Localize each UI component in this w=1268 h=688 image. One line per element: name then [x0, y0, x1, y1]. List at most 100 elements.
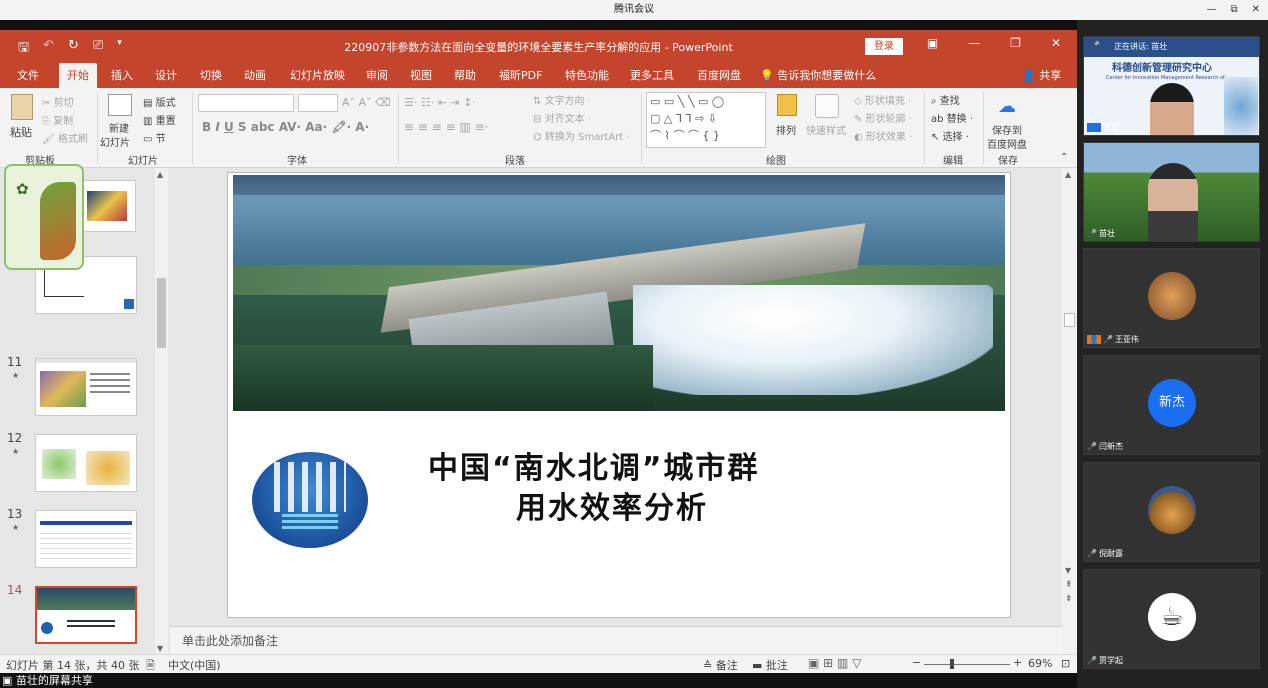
slide-scroll-knob[interactable] [1064, 313, 1075, 327]
avatar [1148, 486, 1196, 534]
share-button[interactable]: 👤 共享 [1022, 67, 1061, 83]
current-slide[interactable]: 中国“南水北调”城市群 用水效率分析 [227, 172, 1011, 618]
comments-toggle[interactable]: ▬ 批注 [752, 657, 788, 673]
speaking-banner: 🎤 正在讲话: 苗壮 [1084, 37, 1259, 57]
quick-styles-icon[interactable] [815, 94, 839, 118]
tab-view[interactable]: 视图 [410, 67, 432, 83]
language-indicator[interactable]: 中文(中国) [168, 657, 221, 673]
font-name-field[interactable] [198, 94, 294, 112]
participant-tile[interactable]: 🎤 苗壮 [1083, 142, 1260, 242]
alignment-icons[interactable]: ≡ ≡ ≡ ≡ ▥ ≡· [404, 120, 489, 134]
participant-tile[interactable]: 🎤 倪耐露 [1083, 462, 1260, 562]
collapse-ribbon-icon[interactable]: ⌃ [1060, 152, 1068, 163]
tab-design[interactable]: 设计 [155, 67, 177, 83]
new-slide-label: 幻灯片 [100, 138, 130, 149]
restore-button[interactable]: ⧉ [1230, 0, 1237, 20]
ppt-minimize-icon[interactable]: — [968, 36, 980, 50]
shapes-gallery[interactable]: ▭ ▭ ╲ ╲ ▭ ◯ ▢ △ ⅂ ⅂ ⇨ ⇩ ⌒ ⌇ ⌒ ⌒ { } [646, 92, 766, 148]
thumbnail-partial-top[interactable] [80, 180, 136, 232]
transition-star-icon: ★ [12, 523, 20, 532]
tab-animations[interactable]: 动画 [244, 67, 266, 83]
group-drawing: 绘图 [766, 156, 786, 167]
leaf-icon [40, 182, 76, 260]
save-to-baidu-button[interactable]: 保存到 [992, 122, 1022, 137]
thumbnail-number: 11 [7, 355, 23, 369]
cut-button[interactable]: ✂ 剪切 [42, 94, 74, 109]
thumbnail-13[interactable] [35, 510, 137, 568]
close-button[interactable]: ✕ [1252, 0, 1260, 20]
tab-file[interactable]: 文件 [17, 67, 39, 83]
section-button[interactable]: ▭ 节 [143, 130, 166, 145]
participant-tile[interactable]: 🎤 正在讲话: 苗壮 科德创新管理研究中心 Center for Innovat… [1083, 36, 1260, 136]
ribbon-tabs: 文件 开始 插入 设计 切换 动画 幻灯片放映 审阅 视图 帮助 福昕PDF 特… [0, 62, 1077, 88]
next-slide-icon[interactable]: ⇟ [1065, 594, 1073, 604]
tab-slideshow[interactable]: 幻灯片放映 [290, 67, 345, 83]
prev-slide-icon[interactable]: ⇞ [1065, 580, 1073, 590]
screen-share-indicator: ▣ 苗壮的屏幕共享 [0, 673, 1077, 688]
thumbnail-scrollbar[interactable]: ▲ ▼ [155, 168, 168, 656]
slide-scrollbar[interactable]: ▲ ▼ ⇞ ⇟ [1062, 168, 1077, 656]
tell-me-box[interactable]: 💡 告诉我你想要做什么 [760, 67, 876, 83]
tab-baidu-netdisk[interactable]: 百度网盘 [697, 67, 741, 83]
thumbnail-14-selected[interactable] [35, 586, 137, 644]
tab-features[interactable]: 特色功能 [565, 67, 609, 83]
reset-button[interactable]: ▥ 重置 [143, 112, 176, 127]
notes-pane[interactable]: 单击此处添加备注 [170, 626, 1062, 654]
zoom-slider[interactable] [924, 664, 1010, 665]
tab-more-tools[interactable]: 更多工具 [630, 67, 674, 83]
participant-tile[interactable]: ☕ 🎤 贾学起 [1083, 569, 1260, 669]
quick-styles-button[interactable]: 快速样式 [806, 122, 846, 137]
smartart-button[interactable]: ⌬ 转换为 SmartArt · [533, 128, 630, 143]
tab-home[interactable]: 开始 [59, 63, 97, 88]
zoom-level[interactable]: 69% [1028, 657, 1052, 670]
shape-outline-button[interactable]: ✎ 形状轮廓 · [854, 110, 912, 125]
save-to-baidu-label: 百度网盘 [987, 140, 1027, 151]
copy-button[interactable]: ⎘ 复制 [42, 112, 73, 127]
thumbnail-number: 12 [7, 431, 23, 445]
ppt-maximize-icon[interactable]: ❐ [1010, 36, 1021, 50]
shape-effects-button[interactable]: ◐ 形状效果 · [854, 128, 912, 143]
paste-icon[interactable] [11, 94, 33, 120]
arrange-icon[interactable] [777, 94, 797, 116]
scroll-knob[interactable] [157, 278, 166, 348]
new-slide-icon[interactable] [108, 94, 132, 116]
format-painter-button[interactable]: 🖌 格式刷 [42, 130, 88, 145]
fit-slide-icon[interactable]: ⊡ [1061, 657, 1070, 670]
shape-fill-button[interactable]: ◇ 形状填充 · [854, 92, 911, 107]
login-button[interactable]: 登录 [865, 38, 903, 55]
zoom-out-icon[interactable]: − [912, 656, 921, 669]
select-button[interactable]: ↖ 选择 · [931, 128, 969, 143]
font-size-field[interactable] [298, 94, 338, 112]
view-buttons[interactable]: ▣ ⊞ ▥ ▽ [808, 656, 861, 670]
font-grow-shrink-icon[interactable]: A˄ A˅ ⌫ [342, 96, 391, 109]
paste-button[interactable]: 粘贴 [10, 124, 32, 140]
participant-tile[interactable]: 新杰 🎤 闫新杰 [1083, 355, 1260, 455]
tab-transitions[interactable]: 切换 [200, 67, 222, 83]
align-text-button[interactable]: ⊟ 对齐文本 · [533, 110, 591, 125]
list-indent-icons[interactable]: ☰· ☷· ⇤ ⇥ ↕· [404, 96, 476, 109]
plant-icon: ✿ [16, 180, 29, 198]
ppt-close-icon[interactable]: ✕ [1051, 36, 1061, 50]
arrange-button[interactable]: 排列 [776, 122, 796, 137]
layout-button[interactable]: ▤ 版式 [143, 94, 176, 109]
zoom-in-icon[interactable]: + [1013, 656, 1022, 669]
text-direction-button[interactable]: ⇅ 文字方向 · [533, 92, 591, 107]
zoom-slider-knob[interactable] [950, 659, 954, 669]
baidu-netdisk-icon[interactable]: ☁ [998, 96, 1016, 117]
minimize-button[interactable]: — [1206, 0, 1216, 20]
tree-logo [1224, 77, 1258, 135]
thumbnail-12[interactable] [35, 434, 137, 492]
tab-help[interactable]: 帮助 [454, 67, 476, 83]
thumbnail-11[interactable] [35, 358, 137, 416]
notes-toggle[interactable]: ≙ 备注 [703, 657, 738, 673]
tab-foxit-pdf[interactable]: 福昕PDF [499, 67, 542, 83]
tab-insert[interactable]: 插入 [111, 67, 133, 83]
ribbon-display-icon[interactable]: ▣ [927, 36, 938, 50]
participant-tile[interactable]: 👤 🎤 王亚伟 [1083, 248, 1260, 348]
avatar: 新杰 [1148, 379, 1196, 427]
tab-review[interactable]: 审阅 [366, 67, 388, 83]
font-format-icons[interactable]: B I U S abc AV· Aa· 🖍· A· [202, 120, 369, 134]
find-button[interactable]: ⌕ 查找 [931, 92, 960, 107]
replace-button[interactable]: ab 替换 · [931, 110, 973, 125]
new-slide-button[interactable]: 新建 [109, 120, 129, 135]
